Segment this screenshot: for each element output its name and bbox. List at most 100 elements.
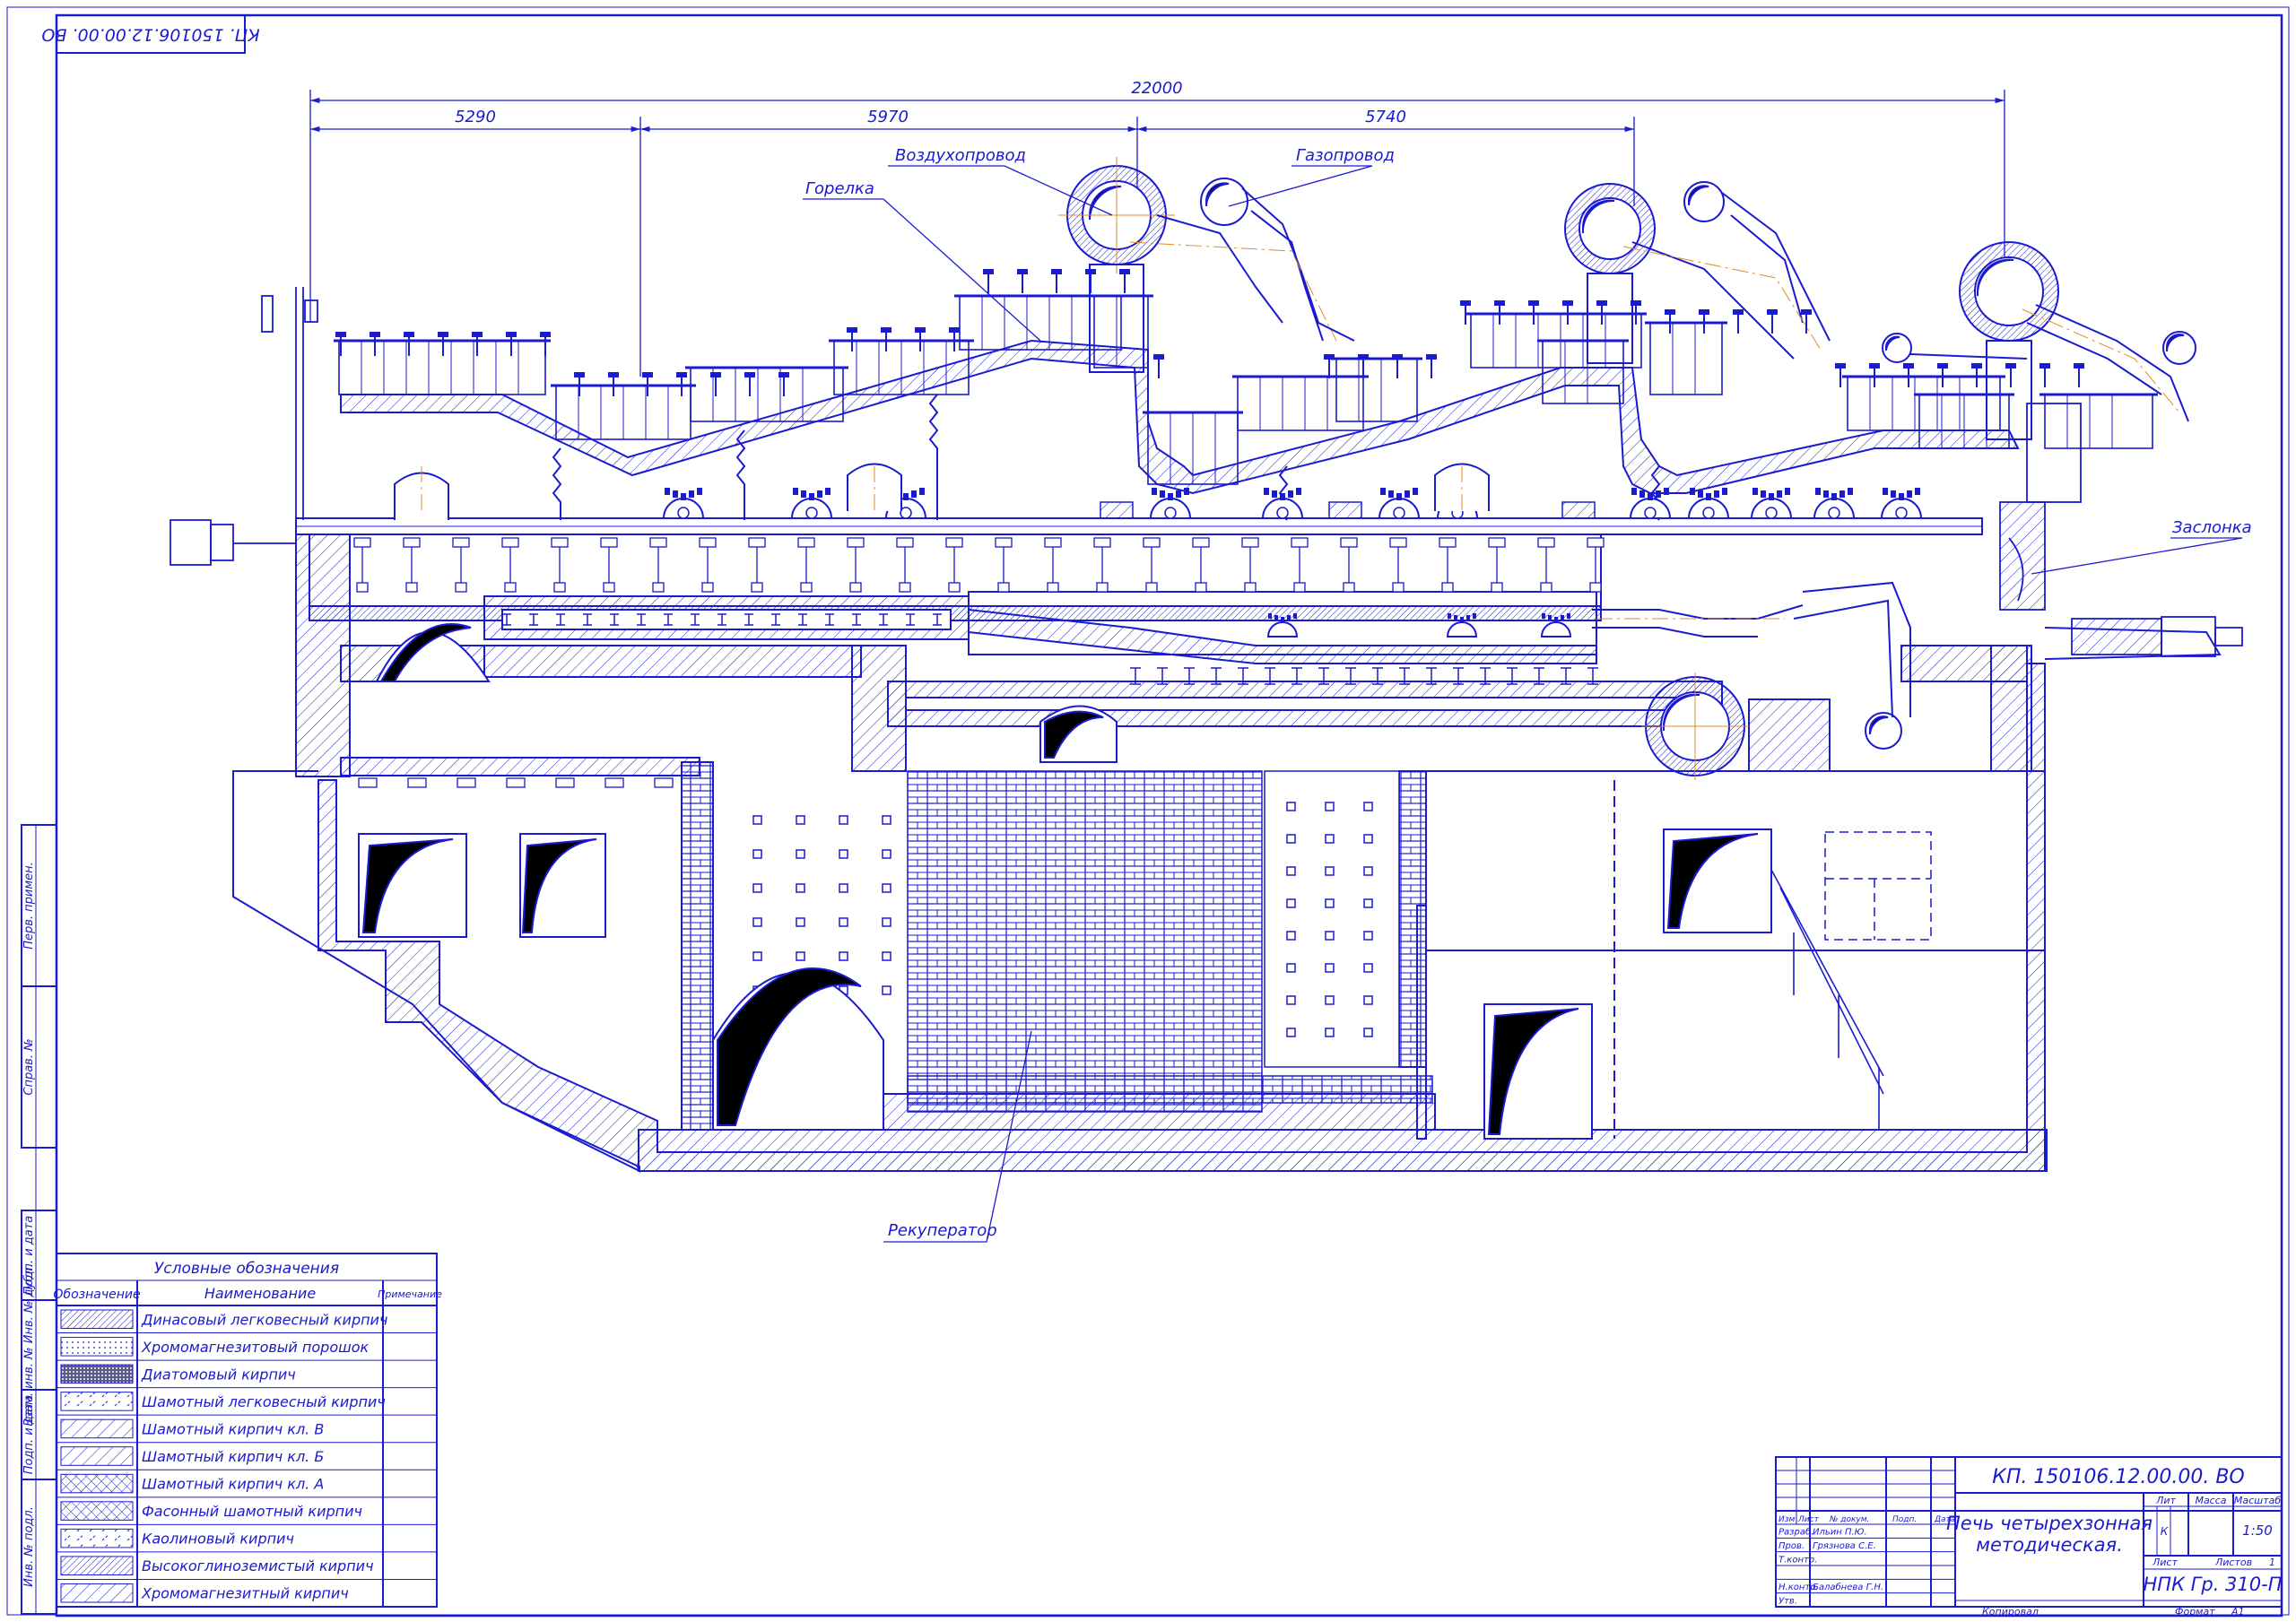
- window-1: [358, 833, 467, 938]
- roof-beam: [797, 537, 815, 593]
- roof-beam: [847, 537, 865, 593]
- legend-row-name: Шамотный легковесный кирпич: [142, 1393, 386, 1410]
- svg-text:Лист: Лист: [2152, 1557, 2178, 1568]
- legend-swatch: [60, 1392, 134, 1411]
- legend-row: Шамотный кирпич кл. А: [57, 1473, 437, 1498]
- svg-text:Лист: Лист: [1797, 1515, 1820, 1524]
- window-4: [1483, 1003, 1593, 1140]
- callout-burner: Горелка: [805, 179, 874, 198]
- legend-col-designation: Обозначение: [53, 1288, 140, 1302]
- window-2: [519, 833, 606, 938]
- roof-stanchion: [404, 332, 414, 356]
- opening-square: [752, 917, 762, 927]
- tb-person: Ильин П.Ю.: [1813, 1528, 1867, 1538]
- burner-head: [1149, 488, 1192, 519]
- roof-beam: [1093, 537, 1111, 593]
- support-frame: [1232, 375, 1369, 431]
- svg-text:Копировал: Копировал: [1982, 1606, 2039, 1618]
- burner-head: [1687, 488, 1730, 519]
- legend-swatch: [60, 1364, 134, 1384]
- legend-row: Диатомовый кирпич: [57, 1364, 437, 1389]
- support-frame: [1842, 375, 2005, 431]
- legend-rows: Динасовый легковесный кирпич Хромомагнези…: [57, 1309, 437, 1608]
- legend-row-name: Хромомагнезитовый порошок: [141, 1339, 370, 1356]
- peep-window: [1100, 501, 1134, 519]
- callout-gas-duct: Газопровод: [1296, 146, 1395, 165]
- svg-text:Подп.: Подп.: [1892, 1515, 1917, 1524]
- svg-text:Подп. и дата: Подп. и дата: [22, 1395, 36, 1475]
- legend-swatch: [60, 1583, 134, 1603]
- legend-table: Условные обозначения Обозначение Наимено…: [53, 1253, 442, 1608]
- dim-total: 22000: [1131, 79, 1182, 98]
- opening-square: [882, 985, 891, 995]
- svg-text:Дата: Дата: [1934, 1515, 1955, 1524]
- staircase: [1770, 869, 1884, 1130]
- roof-stanchion: [1119, 269, 1130, 293]
- callout-air-duct: Воздухопровод: [895, 146, 1026, 165]
- legend-col-note: Примечание: [378, 1288, 442, 1300]
- opening-square: [752, 951, 762, 961]
- dimension-values: 22000 5290 5970 5740: [455, 79, 1406, 126]
- legend-row-name: Хромомагнезитный кирпич: [141, 1585, 349, 1602]
- burner-head: [1750, 488, 1793, 519]
- burner-head: [1880, 488, 1923, 519]
- opening-square: [882, 951, 891, 961]
- roof-stanchion: [2074, 363, 2084, 387]
- tb-person: Балабнева Г.Н.: [1813, 1582, 1883, 1592]
- svg-text:А1: А1: [2231, 1606, 2245, 1618]
- callout-damper: Заслонка: [2172, 518, 2252, 537]
- roof-stanchion: [983, 269, 994, 293]
- support-frame: [1331, 357, 1422, 422]
- legend-row: Шамотный легковесный кирпич: [57, 1392, 437, 1416]
- gas-duct-2: [1683, 181, 1725, 222]
- floor-beam: [358, 777, 378, 788]
- roof-beam: [452, 537, 470, 593]
- roof-stanchion: [1392, 354, 1403, 378]
- roof-beam: [353, 537, 371, 593]
- opening-square: [752, 883, 762, 893]
- dim-2: 5970: [867, 108, 909, 126]
- roof-beam: [1291, 537, 1309, 593]
- drawing-sheet: КП. 150106.12.00.00. ВО Перв. примен. Сп…: [6, 6, 2290, 1618]
- opening-square: [839, 883, 848, 893]
- roof-stanchion: [710, 372, 721, 396]
- gas-duct-3: [1882, 333, 1912, 363]
- gas-duct-1: [1200, 178, 1248, 226]
- title-org: НПК Гр. 310-П: [2144, 1574, 2283, 1595]
- roof-beam: [1389, 537, 1407, 593]
- tb-role: Разраб.: [1779, 1527, 1813, 1538]
- legend-row: Фасонный шамотный кирпич: [57, 1501, 437, 1525]
- roof-beam: [699, 537, 717, 593]
- tb-role: Т.контр.: [1779, 1555, 1817, 1565]
- floor-beam: [604, 777, 624, 788]
- roof-stanchion: [2039, 363, 2050, 387]
- roof-beam: [649, 537, 667, 593]
- svg-text:Справ. №: Справ. №: [22, 1038, 36, 1095]
- roof-stanchion: [438, 332, 448, 356]
- hidden-equipment: [1824, 831, 1932, 941]
- opening-square: [796, 883, 805, 893]
- legend-row-name: Высокоглиноземистый кирпич: [142, 1557, 374, 1574]
- svg-text:Формат: Формат: [2175, 1606, 2215, 1618]
- legend-row-name: Шамотный кирпич кл. Б: [142, 1448, 324, 1465]
- legend-row-name: Шамотный кирпич кл. А: [142, 1476, 324, 1493]
- opening-square: [882, 917, 891, 927]
- legend-row-name: Шамотный кирпич кл. В: [142, 1420, 324, 1437]
- title-name-1: Печь четырехзонная: [1946, 1513, 2152, 1534]
- svg-text:1:50: 1:50: [2242, 1522, 2273, 1539]
- svg-text:Масса: Масса: [2195, 1495, 2226, 1506]
- roof-stanchion: [1733, 309, 1744, 334]
- arch-recuperator: [712, 967, 884, 1131]
- svg-text:1: 1: [2269, 1557, 2275, 1568]
- support-frame: [2039, 393, 2158, 449]
- burner-head: [1261, 488, 1304, 519]
- roof-stanchion: [1426, 354, 1437, 378]
- legend-swatch: [60, 1501, 134, 1521]
- roof-stanchion: [1017, 269, 1028, 293]
- burner-head: [662, 488, 705, 519]
- floor-beam: [654, 777, 674, 788]
- roof-beam: [403, 537, 421, 593]
- gas-duct-5: [1865, 712, 1902, 750]
- legend-row: Шамотный кирпич кл. В: [57, 1418, 437, 1444]
- svg-text:Изм: Изм: [1779, 1515, 1796, 1524]
